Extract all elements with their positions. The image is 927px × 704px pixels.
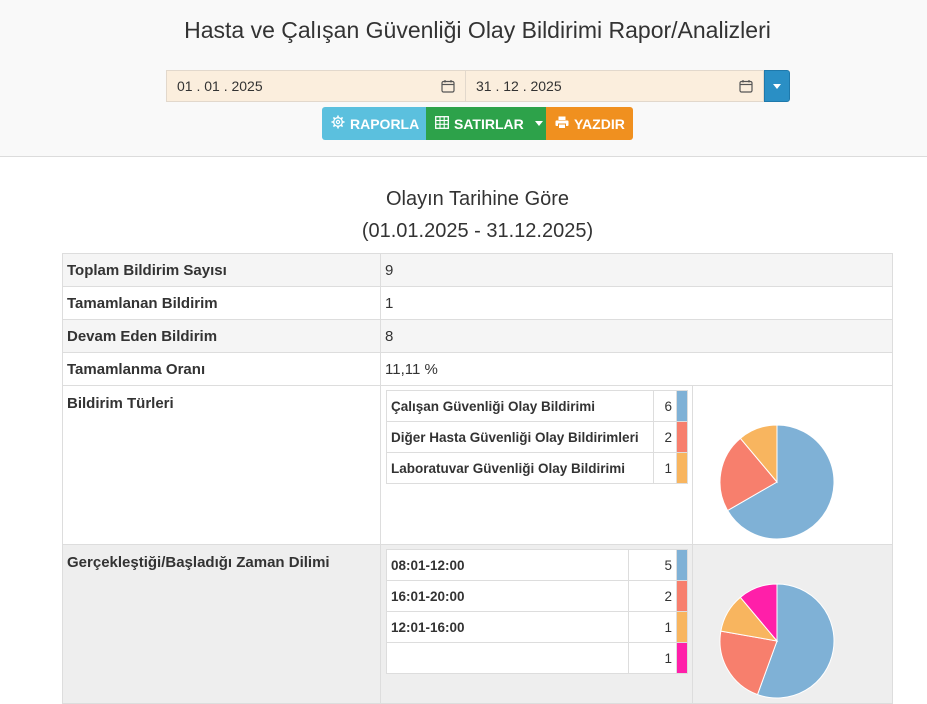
page-title: Hasta ve Çalışan Güvenliği Olay Bildirim… (184, 17, 771, 43)
row-value: 8 (380, 319, 893, 353)
legend-swatch (675, 452, 689, 484)
type-name: Çalışan Güvenliği Olay Bildirimi (385, 390, 655, 422)
list-item: 16:01-20:00 2 (385, 580, 689, 612)
print-button-label: YAZDIR (574, 115, 625, 132)
type-name: Laboratuvar Güvenliği Olay Bildirimi (385, 452, 655, 484)
end-date-input[interactable]: 31 . 12 . 2025 (466, 70, 764, 102)
types-breakdown-table: Çalışan Güvenliği Olay Bildirimi 6 Diğer… (385, 390, 689, 484)
list-item: 1 (385, 642, 689, 674)
legend-swatch (675, 580, 689, 612)
report-button[interactable]: RAPORLA (322, 107, 426, 140)
time-slot: 08:01-12:00 (385, 549, 630, 581)
legend-swatch (675, 549, 689, 581)
row-value: 9 (380, 253, 893, 287)
type-count: 6 (653, 390, 677, 422)
row-label: Toplam Bildirim Sayısı (62, 253, 381, 287)
time-breakdown-table: 08:01-12:00 5 16:01-20:00 2 12:01-16:00 … (385, 549, 689, 674)
caret-down-icon (773, 83, 781, 89)
time-breakdown-cell: 08:01-12:00 5 16:01-20:00 2 12:01-16:00 … (380, 544, 693, 704)
time-slot: 12:01-16:00 (385, 611, 630, 643)
legend-swatch (675, 642, 689, 674)
list-item: Laboratuvar Güvenliği Olay Bildirimi 1 (385, 452, 689, 484)
action-toolbar: RAPORLA SATIRLAR YAZDIR (322, 107, 633, 140)
types-pie-cell (692, 385, 893, 545)
date-options-dropdown-button[interactable] (764, 70, 790, 102)
time-count: 1 (628, 611, 677, 643)
time-count: 5 (628, 549, 677, 581)
row-label: Gerçekleştiği/Başladığı Zaman Dilimi (62, 544, 381, 704)
table-row: Devam Eden Bildirim 8 (62, 319, 893, 353)
caret-down-icon (534, 121, 543, 126)
time-count: 2 (628, 580, 677, 612)
print-button[interactable]: YAZDIR (546, 107, 633, 140)
list-item: Diğer Hasta Güvenliği Olay Bildirimleri … (385, 421, 689, 453)
end-date-value: 31 . 12 . 2025 (476, 78, 562, 94)
legend-swatch (675, 390, 689, 422)
start-date-value: 01 . 01 . 2025 (177, 78, 263, 94)
list-item: 12:01-16:00 1 (385, 611, 689, 643)
section-title: Olayın Tarihine Göre (385, 188, 570, 210)
table-row: Tamamlanma Oranı 11,11 % (62, 352, 893, 386)
list-item: 08:01-12:00 5 (385, 549, 689, 581)
types-breakdown-cell: Çalışan Güvenliği Olay Bildirimi 6 Diğer… (380, 385, 693, 545)
calendar-icon[interactable] (739, 79, 753, 93)
table-icon (435, 115, 449, 132)
rows-button-label: SATIRLAR (454, 115, 524, 132)
legend-swatch (675, 421, 689, 453)
start-date-input[interactable]: 01 . 01 . 2025 (166, 70, 466, 102)
table-row-time: Gerçekleştiği/Başladığı Zaman Dilimi 08:… (62, 544, 893, 704)
report-button-label: RAPORLA (350, 115, 420, 132)
time-slot: 16:01-20:00 (385, 580, 630, 612)
table-row: Tamamlanan Bildirim 1 (62, 286, 893, 320)
row-value: 11,11 % (380, 352, 893, 386)
calendar-icon[interactable] (441, 79, 455, 93)
gear-icon (331, 115, 345, 132)
section-date-range: (01.01.2025 - 31.12.2025) (361, 220, 594, 242)
time-count: 1 (628, 642, 677, 674)
row-label: Tamamlanan Bildirim (62, 286, 381, 320)
date-range-filter: 01 . 01 . 2025 31 . 12 . 2025 (166, 70, 790, 102)
report-header: Hasta ve Çalışan Güvenliği Olay Bildirim… (0, 0, 927, 157)
table-row-types: Bildirim Türleri Çalışan Güvenliği Olay … (62, 385, 893, 545)
row-label: Tamamlanma Oranı (62, 352, 381, 386)
row-value: 1 (380, 286, 893, 320)
time-pie-cell (692, 544, 893, 704)
rows-dropdown-button[interactable]: SATIRLAR (426, 107, 546, 140)
report-table: Toplam Bildirim Sayısı 9 Tamamlanan Bild… (62, 253, 893, 704)
list-item: Çalışan Güvenliği Olay Bildirimi 6 (385, 390, 689, 422)
time-slot (385, 642, 630, 674)
legend-swatch (675, 611, 689, 643)
type-count: 1 (653, 452, 677, 484)
types-pie-chart (719, 424, 835, 540)
type-name: Diğer Hasta Güvenliği Olay Bildirimleri (385, 421, 655, 453)
table-row: Toplam Bildirim Sayısı 9 (62, 253, 893, 287)
row-label: Devam Eden Bildirim (62, 319, 381, 353)
printer-icon (555, 116, 569, 132)
row-label: Bildirim Türleri (62, 385, 381, 545)
type-count: 2 (653, 421, 677, 453)
